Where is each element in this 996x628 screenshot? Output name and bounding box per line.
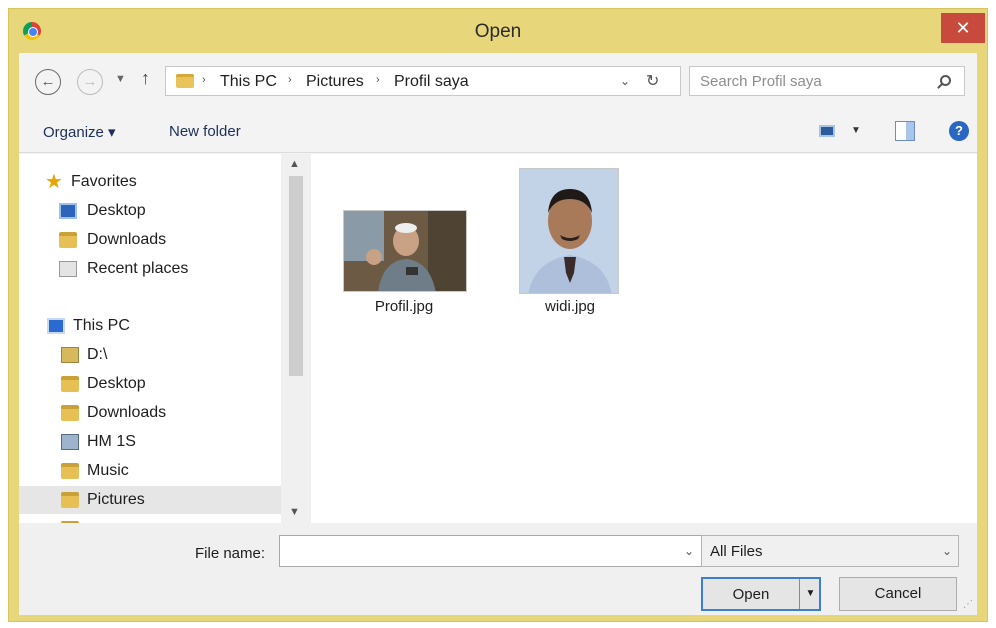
file-list-pane: Profil.jpg widi.jpg (311, 154, 977, 523)
nav-favorites[interactable]: ★ Favorites (19, 168, 281, 196)
breadcrumb-this-pc[interactable]: This PC (220, 73, 277, 91)
dialog-body: ← → ▼ ↑ › This PC › Pictures › Profil sa… (19, 53, 977, 615)
search-input[interactable]: Search Profil saya (689, 66, 965, 96)
scroll-up-icon[interactable]: ▲ (289, 158, 300, 170)
close-button[interactable]: ✕ (941, 13, 985, 43)
file-name: Profil.jpg (374, 298, 434, 315)
nav-item-hm1s[interactable]: HM 1S (19, 428, 281, 456)
nav-label: Desktop (87, 202, 146, 219)
nav-item-downloads-pc[interactable]: Downloads (19, 399, 281, 427)
open-options-chevron-icon[interactable]: ▼ (799, 579, 821, 609)
nav-item-pictures[interactable]: Pictures (19, 486, 281, 514)
nav-label: D:\ (87, 346, 108, 363)
window-title: Open (474, 21, 522, 42)
music-folder-icon (61, 463, 79, 479)
file-name-label: File name: (195, 545, 266, 562)
navigation-pane: ★ Favorites Desktop Downloads Recent pla… (19, 154, 311, 523)
nav-label: Favorites (71, 173, 137, 190)
command-toolbar: Organize ▾ New folder ▼ ? (19, 109, 977, 153)
recent-locations-chevron-icon[interactable]: ▼ (115, 73, 126, 85)
file-item-widi[interactable]: widi.jpg (505, 154, 635, 334)
nav-item-d-drive[interactable]: D:\ (19, 341, 281, 369)
drive-icon (61, 347, 79, 363)
nav-item-recent-places[interactable]: Recent places (19, 255, 281, 283)
scroll-down-icon[interactable]: ▼ (289, 506, 300, 518)
nav-label: Downloads (87, 231, 167, 248)
nav-label: Pictures (87, 491, 145, 508)
cancel-button[interactable]: Cancel (839, 577, 957, 611)
file-type-value: All Files (710, 543, 763, 560)
profil-thumbnail (343, 210, 467, 292)
address-dropdown-chevron-icon[interactable]: ⌄ (620, 74, 630, 88)
nav-label: Music (87, 462, 129, 479)
breadcrumb-separator-icon: › (202, 74, 206, 86)
new-folder-button[interactable]: New folder (169, 123, 241, 140)
scroll-thumb[interactable] (289, 176, 303, 376)
recent-places-icon (59, 261, 77, 277)
computer-icon (47, 318, 65, 334)
change-view-icon[interactable] (819, 125, 835, 137)
widi-thumbnail (519, 168, 619, 294)
desktop-icon (59, 203, 77, 219)
folder-icon (176, 74, 194, 88)
nav-label: Recent places (87, 260, 189, 277)
open-button[interactable]: Open ▼ (701, 577, 821, 611)
preview-pane-icon[interactable] (895, 121, 915, 141)
title-bar[interactable]: Open ✕ (9, 9, 987, 53)
breadcrumb-separator-icon: › (288, 74, 292, 86)
nav-label: This PC (73, 317, 130, 334)
help-icon[interactable]: ? (949, 121, 969, 141)
search-placeholder: Search Profil saya (700, 73, 822, 90)
downloads-folder-icon (61, 405, 79, 421)
file-name-dropdown-chevron-icon[interactable]: ⌄ (684, 544, 694, 558)
bottom-panel: File name: ⌄ All Files ⌄ Open ▼ Cancel ⋰ (19, 523, 977, 615)
pictures-folder-icon (61, 492, 79, 508)
resize-grip-icon[interactable]: ⋰ (963, 599, 973, 610)
nav-item-desktop[interactable]: Desktop (19, 197, 281, 225)
file-name-input[interactable]: ⌄ (279, 535, 703, 567)
file-type-select[interactable]: All Files ⌄ (701, 535, 959, 567)
breadcrumb-separator-icon: › (376, 74, 380, 86)
nav-item-desktop-pc[interactable]: Desktop (19, 370, 281, 398)
desktop-folder-icon (61, 376, 79, 392)
nav-item-music[interactable]: Music (19, 457, 281, 485)
downloads-folder-icon (59, 232, 77, 248)
up-button[interactable]: ↑ (141, 68, 150, 89)
nav-label: Downloads (87, 404, 167, 421)
file-name: widi.jpg (544, 298, 596, 315)
nav-label: Desktop (87, 375, 146, 392)
refresh-icon[interactable]: ↻ (646, 71, 659, 91)
forward-button[interactable]: → (77, 69, 103, 95)
nav-label: HM 1S (87, 433, 136, 450)
file-item-profil[interactable]: Profil.jpg (339, 194, 469, 334)
network-drive-icon (61, 434, 79, 450)
open-button-label: Open (732, 586, 770, 603)
nav-item-partial[interactable] (19, 515, 281, 523)
back-button[interactable]: ← (35, 69, 61, 95)
organize-button[interactable]: Organize ▾ (43, 123, 116, 141)
dialog-window: Open ✕ ← → ▼ ↑ › This PC › Pictures › Pr… (8, 8, 988, 622)
view-options-chevron-icon[interactable]: ▼ (851, 125, 861, 136)
file-type-chevron-icon: ⌄ (942, 544, 953, 558)
nav-item-downloads[interactable]: Downloads (19, 226, 281, 254)
breadcrumb-pictures[interactable]: Pictures (306, 73, 364, 91)
nav-scrollbar[interactable]: ▲ ▼ (281, 154, 311, 523)
breadcrumb-profil-saya[interactable]: Profil saya (394, 73, 469, 91)
star-icon: ★ (45, 171, 63, 193)
nav-this-pc[interactable]: This PC (19, 312, 281, 340)
address-bar[interactable]: › This PC › Pictures › Profil saya ⌄ ↻ (165, 66, 681, 96)
search-icon[interactable] (940, 75, 951, 86)
